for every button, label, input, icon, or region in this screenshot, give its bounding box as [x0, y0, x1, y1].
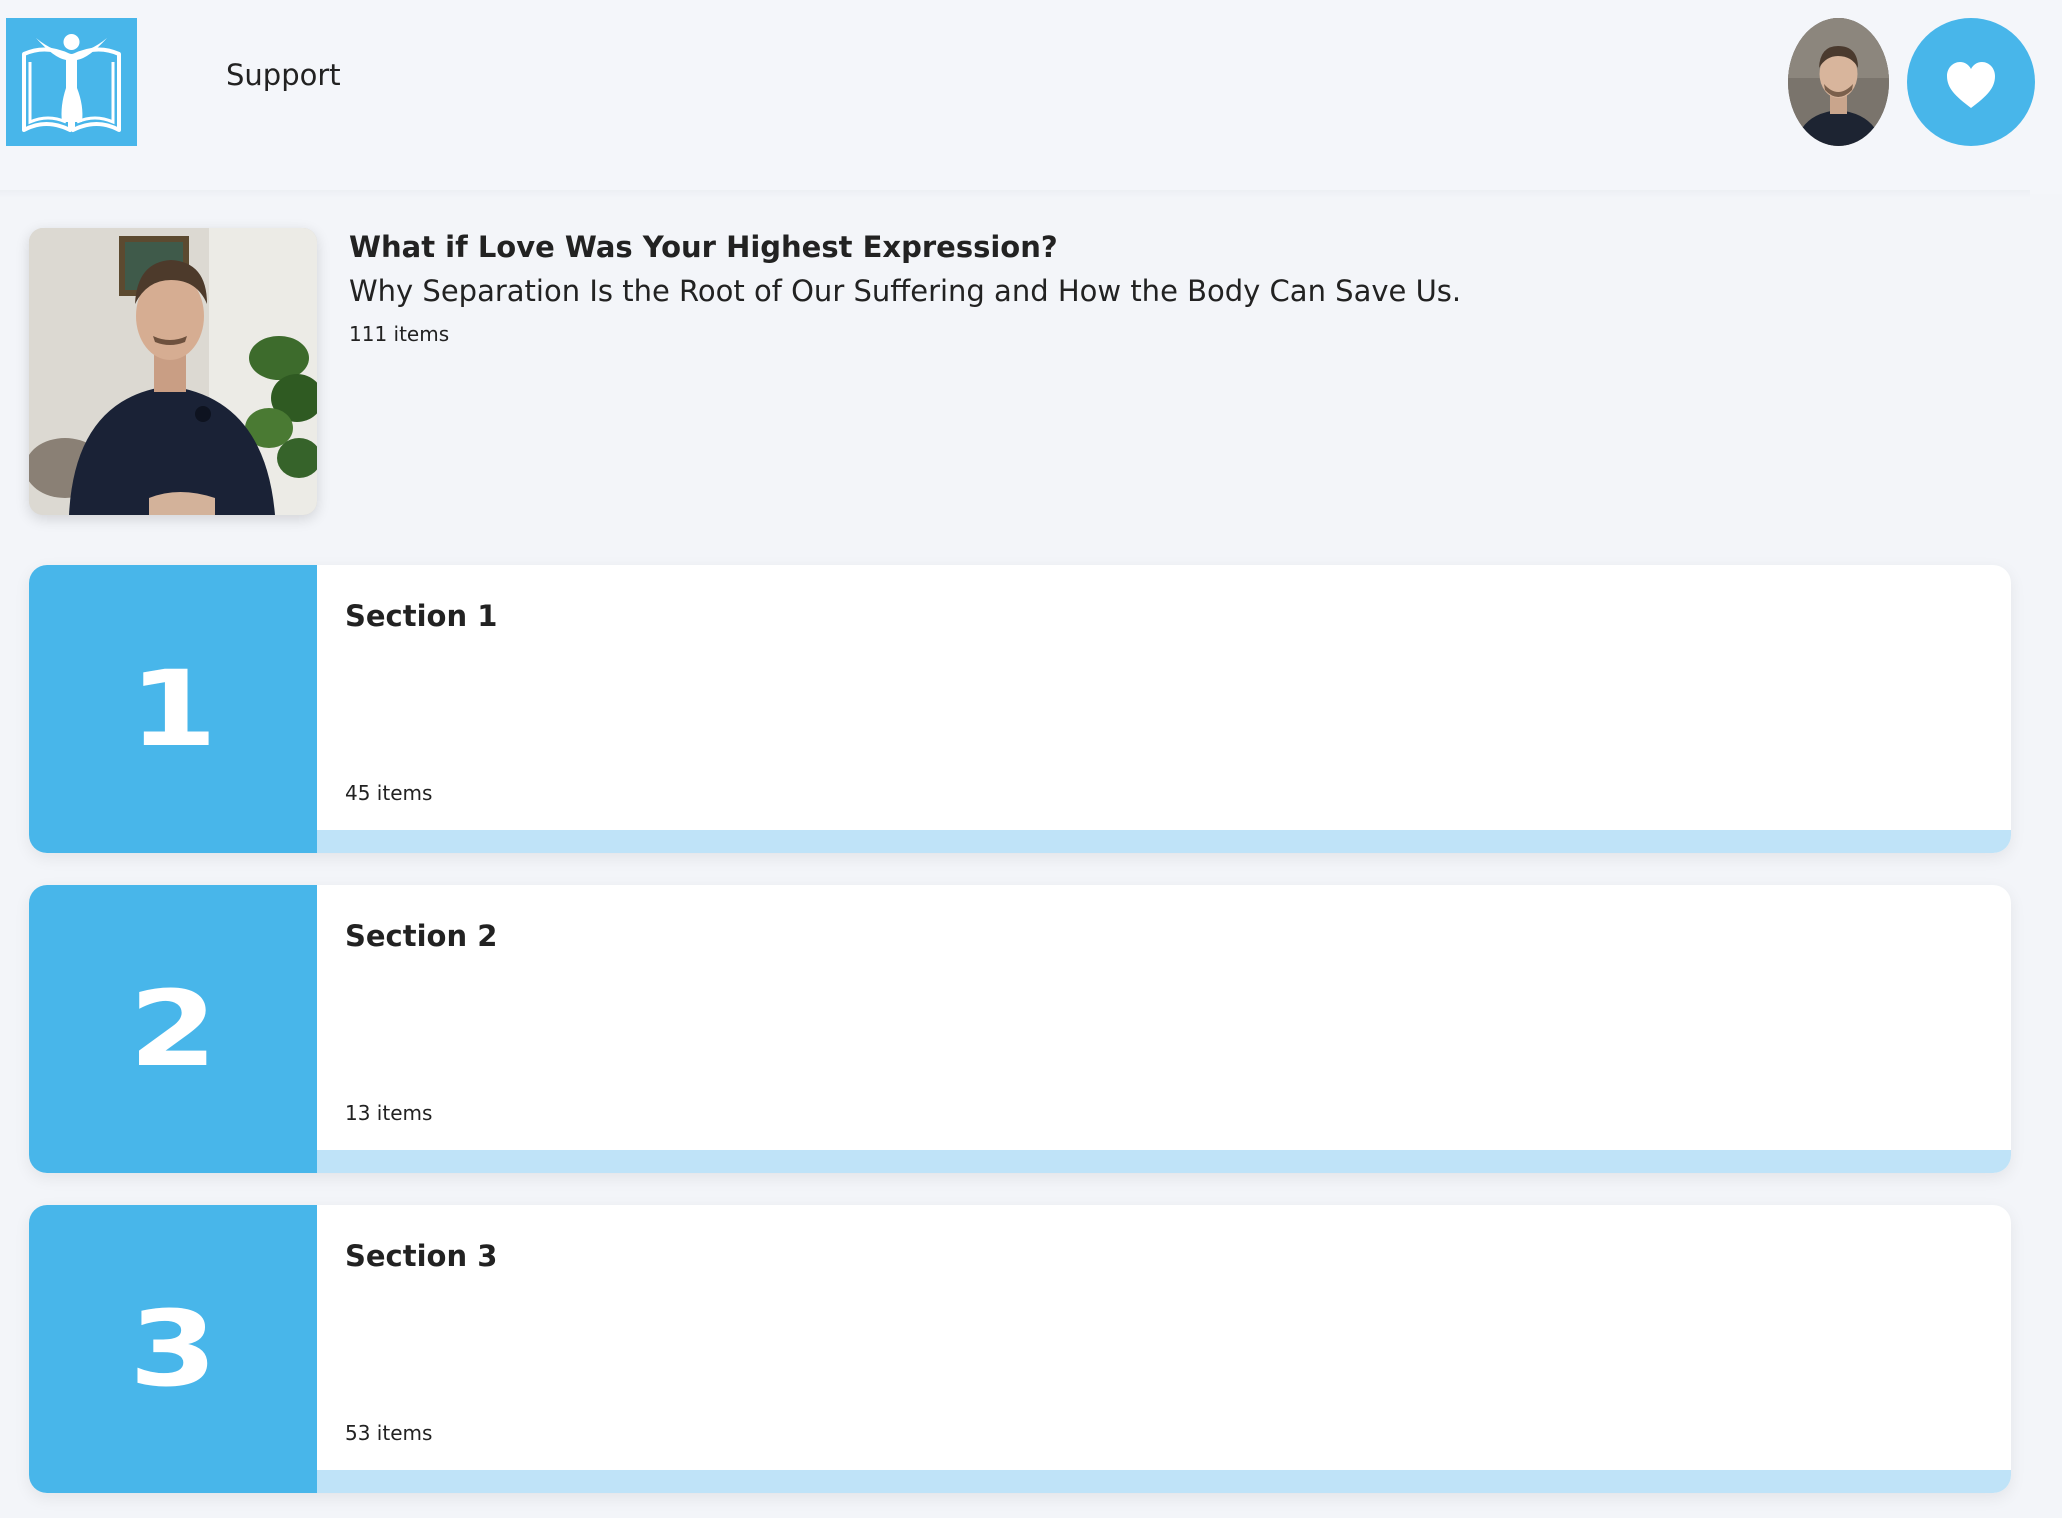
section-card-1[interactable]: 1 Section 1 45 items — [29, 565, 2011, 853]
section-number-tile: 1 — [29, 565, 317, 853]
section-name: Section 3 — [345, 1239, 498, 1273]
course-thumbnail[interactable] — [29, 228, 317, 515]
section-item-count: 53 items — [345, 1421, 433, 1445]
course-item-count: 111 items — [349, 322, 450, 346]
section-number-tile: 3 — [29, 1205, 317, 1493]
site-logo[interactable] — [6, 18, 137, 146]
avatar-photo — [1788, 18, 1889, 146]
section-card-3[interactable]: 3 Section 3 53 items — [29, 1205, 2011, 1493]
section-name: Section 1 — [345, 599, 498, 633]
section-progress-bar — [317, 1150, 2011, 1173]
favorite-button[interactable] — [1907, 18, 2035, 146]
section-progress-bar — [317, 1470, 2011, 1493]
course-title: What if Love Was Your Highest Expression… — [349, 230, 1058, 264]
heart-icon — [1947, 62, 1995, 108]
course-thumbnail-photo — [29, 228, 317, 515]
section-item-count: 45 items — [345, 781, 433, 805]
section-number: 3 — [128, 1288, 218, 1410]
section-card-2[interactable]: 2 Section 2 13 items — [29, 885, 2011, 1173]
section-number-tile: 2 — [29, 885, 317, 1173]
book-figure-logo-icon — [22, 34, 121, 132]
support-link[interactable]: Support — [226, 58, 341, 92]
course-subtitle: Why Separation Is the Root of Our Suffer… — [349, 274, 1462, 308]
user-avatar[interactable] — [1788, 18, 1889, 146]
section-number: 2 — [128, 968, 218, 1090]
section-name: Section 2 — [345, 919, 498, 953]
header-divider — [0, 190, 2030, 198]
site-header: Support — [0, 0, 2062, 194]
section-progress-bar — [317, 830, 2011, 853]
section-item-count: 13 items — [345, 1101, 433, 1125]
section-number: 1 — [128, 648, 218, 770]
